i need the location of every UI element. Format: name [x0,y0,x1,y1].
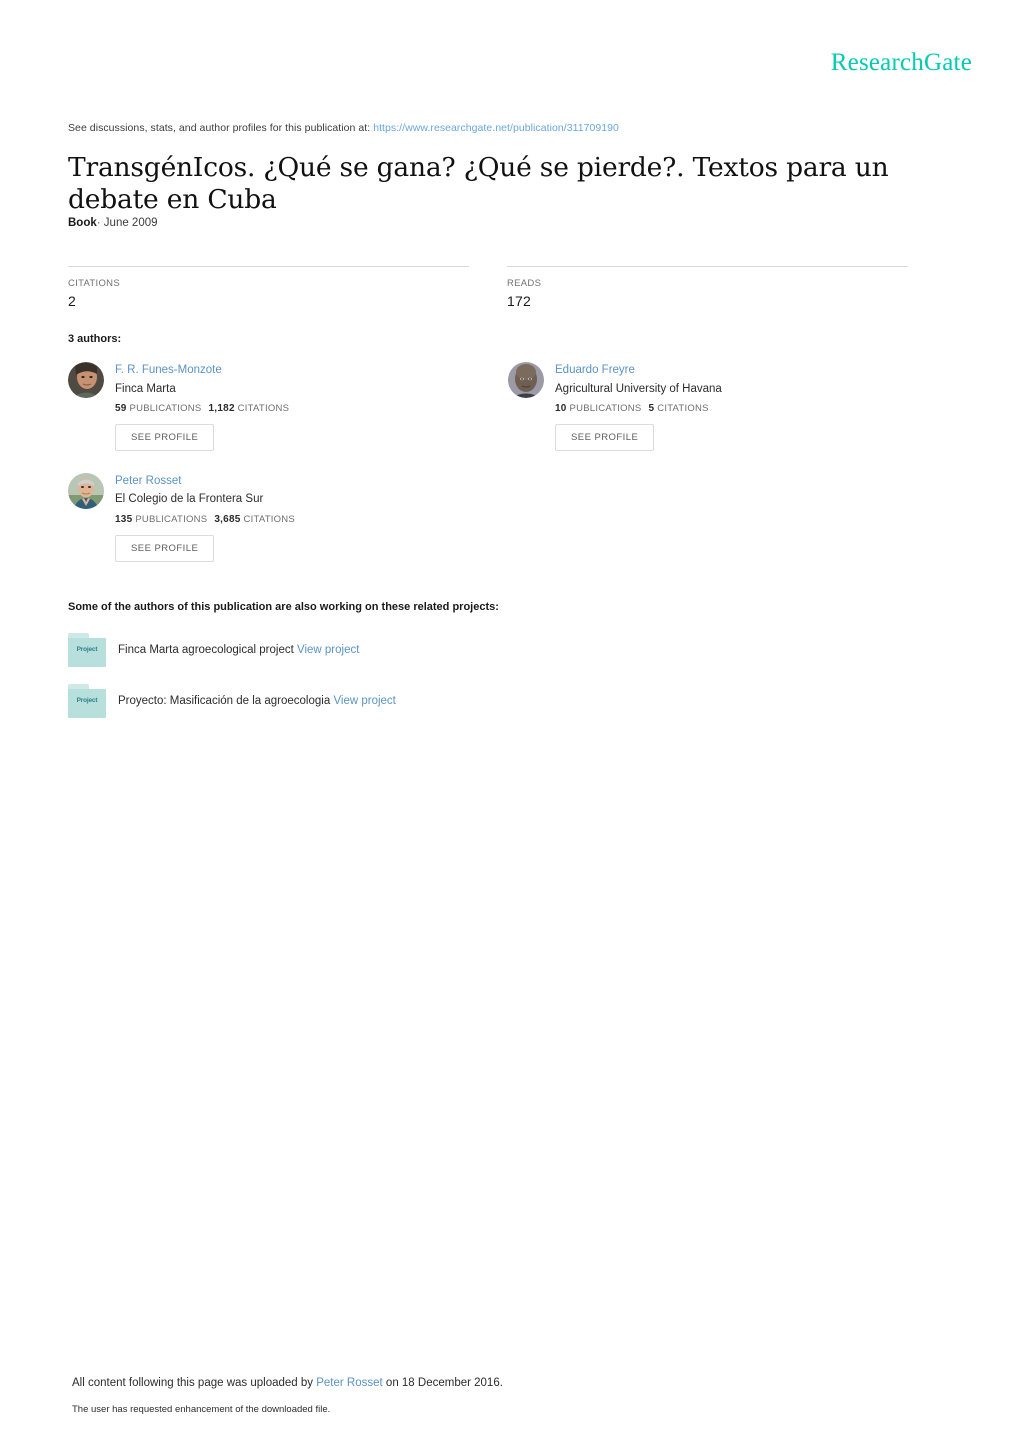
citations-label: CITATIONS [243,514,295,525]
author-affiliation: El Colegio de la Frontera Sur [115,491,295,508]
project-folder-icon: Project [68,684,106,718]
project-text: Finca Marta agroecological project View … [118,644,359,656]
avatar-image [68,362,104,398]
avatar-image [508,362,544,398]
project-title: Finca Marta agroecological project [118,644,294,656]
author-stats: 135 PUBLICATIONS 3,685 CITATIONS [115,514,295,525]
avatar[interactable] [68,362,104,398]
project-folder-icon: Project [68,633,106,667]
citations-label: CITATIONS [238,403,290,414]
discussions-prefix: See discussions, stats, and author profi… [68,122,370,134]
stat-citations: CITATIONS 2 [68,266,469,309]
author-publications-count: 10 [555,403,567,414]
upload-suffix: on 18 December 2016. [386,1377,503,1389]
project-text: Proyecto: Masificación de la agroecologi… [118,695,396,707]
author-row: Peter Rosset El Colegio de la Frontera S… [68,473,948,584]
page-root: ResearchGate See discussions, stats, and… [0,0,1020,1441]
see-profile-button[interactable]: SEE PROFILE [115,424,214,451]
list-item: Project Finca Marta agroecological proje… [68,633,868,667]
publication-meta: Book· June 2009 [68,217,158,229]
citations-label: CITATIONS [657,403,709,414]
authors-count-label: 3 authors: [68,333,121,345]
list-item: Project Proyecto: Masificación de la agr… [68,684,868,718]
author-card: Eduardo Freyre Agricultural University o… [508,362,948,451]
avatar[interactable] [508,362,544,398]
see-profile-button[interactable]: SEE PROFILE [555,424,654,451]
stat-label: READS [507,278,908,289]
enhancement-note: The user has requested enhancement of th… [72,1404,330,1415]
researchgate-logo: ResearchGate [831,50,972,75]
author-info: Eduardo Freyre Agricultural University o… [555,362,722,451]
project-title: Proyecto: Masificación de la agroecologi… [118,695,330,707]
publications-label: PUBLICATIONS [130,403,202,414]
discussions-line: See discussions, stats, and author profi… [68,122,619,134]
author-affiliation: Finca Marta [115,381,289,398]
stat-divider [507,266,908,267]
see-profile-button[interactable]: SEE PROFILE [115,535,214,562]
uploader-link[interactable]: Peter Rosset [316,1377,382,1389]
author-card: F. R. Funes-Monzote Finca Marta 59 PUBLI… [68,362,508,451]
publications-label: PUBLICATIONS [570,403,642,414]
author-stats: 59 PUBLICATIONS 1,182 CITATIONS [115,403,289,414]
author-name-link[interactable]: Eduardo Freyre [555,363,722,379]
related-projects-label: Some of the authors of this publication … [68,601,499,613]
meta-separator: · [97,217,101,229]
author-publications-count: 135 [115,514,132,525]
author-citations-count: 3,685 [214,514,240,525]
author-citations-count: 5 [649,403,655,414]
related-projects-list: Project Finca Marta agroecological proje… [68,633,868,735]
publication-date: June 2009 [104,217,158,229]
avatar[interactable] [68,473,104,509]
author-row: F. R. Funes-Monzote Finca Marta 59 PUBLI… [68,362,948,473]
stat-reads: READS 172 [507,266,908,309]
stat-value: 172 [507,293,908,309]
author-name-link[interactable]: Peter Rosset [115,474,295,490]
stat-value: 2 [68,293,469,309]
upload-prefix: All content following this page was uplo… [72,1377,313,1389]
view-project-link[interactable]: View project [297,644,359,656]
author-publications-count: 59 [115,403,127,414]
author-stats: 10 PUBLICATIONS 5 CITATIONS [555,403,722,414]
upload-info: All content following this page was uplo… [72,1377,503,1389]
author-info: Peter Rosset El Colegio de la Frontera S… [115,473,295,562]
stat-label: CITATIONS [68,278,469,289]
author-card: Peter Rosset El Colegio de la Frontera S… [68,473,508,562]
author-name-link[interactable]: F. R. Funes-Monzote [115,363,289,379]
avatar-image [68,473,104,509]
authors-list: F. R. Funes-Monzote Finca Marta 59 PUBLI… [68,362,948,584]
page-title: TransgénIcos. ¿Qué se gana? ¿Qué se pier… [68,152,968,217]
stats-row: CITATIONS 2 READS 172 [68,266,908,309]
stat-divider [68,266,469,267]
author-affiliation: Agricultural University of Havana [555,381,722,398]
project-icon-label: Project [68,697,106,704]
author-info: F. R. Funes-Monzote Finca Marta 59 PUBLI… [115,362,289,451]
publication-url-link[interactable]: https://www.researchgate.net/publication… [373,122,619,134]
project-icon-label: Project [68,646,106,653]
view-project-link[interactable]: View project [333,695,395,707]
publication-type: Book [68,217,97,229]
publications-label: PUBLICATIONS [135,514,207,525]
author-citations-count: 1,182 [209,403,235,414]
